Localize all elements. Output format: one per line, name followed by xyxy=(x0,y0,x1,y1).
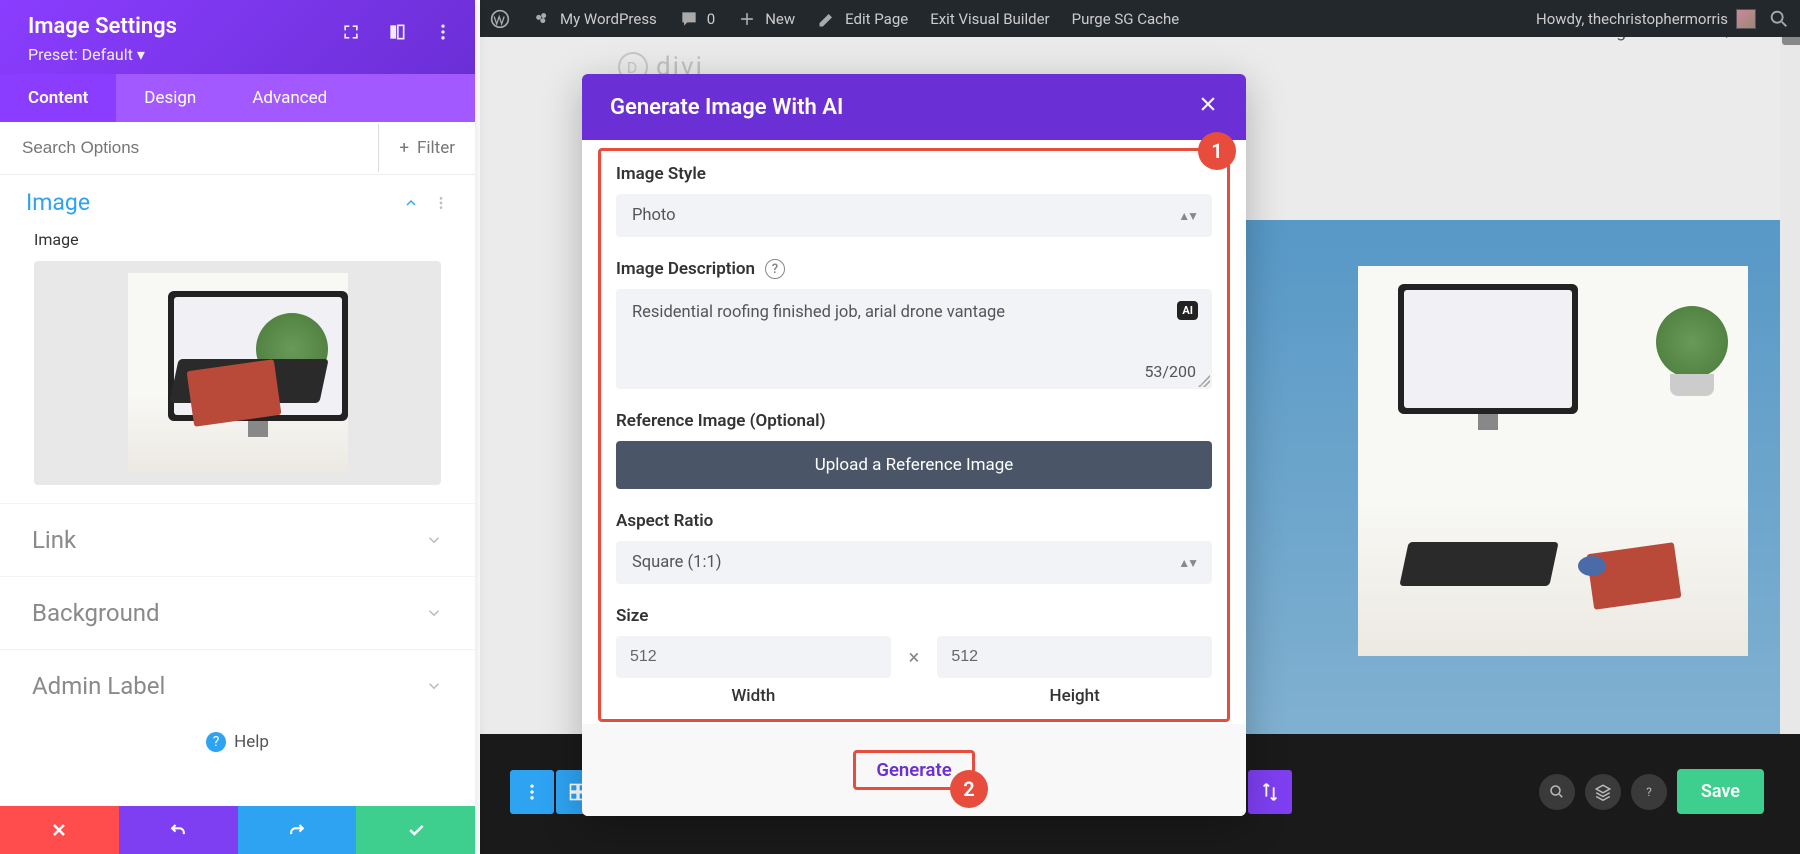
svg-text:?: ? xyxy=(1646,784,1652,798)
panel-header: Image Settings Preset: Default▾ xyxy=(0,0,475,74)
snap-icon[interactable] xyxy=(387,22,407,46)
resize-handle[interactable] xyxy=(1198,375,1210,387)
section-background[interactable]: Background xyxy=(0,576,475,649)
section-link[interactable]: Link xyxy=(0,503,475,576)
tab-content[interactable]: Content xyxy=(0,74,116,122)
aspect-ratio-label: Aspect Ratio xyxy=(616,511,1212,531)
char-count: 53/200 xyxy=(1144,362,1196,381)
howdy-user[interactable]: Howdy, thechristophermorris xyxy=(1536,9,1756,29)
width-input[interactable] xyxy=(616,636,891,678)
image-description-input[interactable] xyxy=(616,289,1212,385)
avatar xyxy=(1736,9,1756,29)
aspect-ratio-select[interactable]: Square (1:1)▲▼ xyxy=(616,541,1212,584)
height-sublabel: Height xyxy=(937,686,1212,706)
purge-cache-link[interactable]: Purge SG Cache xyxy=(1072,10,1180,28)
settings-tabs: Content Design Advanced xyxy=(0,74,475,122)
discard-button[interactable] xyxy=(0,806,119,854)
exit-visual-builder-link[interactable]: Exit Visual Builder xyxy=(930,10,1049,28)
image-settings-panel: Image Settings Preset: Default▾ Content … xyxy=(0,0,475,854)
builder-menu-button[interactable] xyxy=(510,770,554,814)
modal-header: Generate Image With AI xyxy=(582,74,1246,140)
chevron-down-icon: ▾ xyxy=(137,45,145,64)
admin-search-icon[interactable] xyxy=(1768,8,1790,30)
new-link[interactable]: New xyxy=(737,9,795,29)
tab-design[interactable]: Design xyxy=(116,74,224,122)
image-thumbnail[interactable] xyxy=(34,261,441,485)
vertical-scrollbar[interactable] xyxy=(1780,0,1800,854)
wp-logo-icon[interactable] xyxy=(490,9,510,29)
chevron-down-icon xyxy=(425,531,443,549)
wp-admin-bar: My WordPress 0 New Edit Page Exit Visual… xyxy=(480,0,1800,37)
builder-layers-button[interactable] xyxy=(1585,774,1621,810)
generate-image-ai-modal: Generate Image With AI Image Style Photo… xyxy=(582,74,1246,816)
help-icon: ? xyxy=(206,732,226,752)
tab-advanced[interactable]: Advanced xyxy=(224,74,355,122)
plus-icon: + xyxy=(399,138,409,158)
undo-button[interactable] xyxy=(119,806,238,854)
chevron-down-icon xyxy=(425,677,443,695)
select-chevron-icon: ▲▼ xyxy=(1178,556,1196,570)
select-chevron-icon: ▲▼ xyxy=(1178,209,1196,223)
section-admin-label[interactable]: Admin Label xyxy=(0,649,475,722)
image-style-label: Image Style xyxy=(616,164,1212,184)
filter-button[interactable]: +Filter xyxy=(378,124,475,172)
expand-icon[interactable] xyxy=(341,22,361,46)
image-style-select[interactable]: Photo▲▼ xyxy=(616,194,1212,237)
section-image-header[interactable]: Image xyxy=(0,175,475,230)
redo-button[interactable] xyxy=(238,806,357,854)
builder-help-button[interactable]: ? xyxy=(1631,774,1667,810)
width-sublabel: Width xyxy=(616,686,891,706)
search-options-input[interactable] xyxy=(0,122,378,174)
edit-page-link[interactable]: Edit Page xyxy=(817,9,908,29)
site-name-link[interactable]: My WordPress xyxy=(532,9,657,29)
builder-right-controls: ? Save xyxy=(1539,769,1764,814)
size-separator: × xyxy=(909,645,920,697)
chevron-down-icon xyxy=(425,604,443,622)
confirm-button[interactable] xyxy=(356,806,475,854)
close-button[interactable] xyxy=(1198,94,1218,120)
builder-swap-button[interactable] xyxy=(1248,770,1292,814)
modal-title: Generate Image With AI xyxy=(610,95,843,120)
comments-link[interactable]: 0 xyxy=(679,9,715,29)
image-description-label: Image Description? xyxy=(616,259,1212,279)
save-button[interactable]: Save xyxy=(1677,769,1764,814)
builder-search-button[interactable] xyxy=(1539,774,1575,810)
canvas-image[interactable] xyxy=(1358,266,1748,656)
callout-1: 1 xyxy=(1198,132,1236,170)
kebab-icon[interactable] xyxy=(433,22,453,46)
ai-badge[interactable]: AI xyxy=(1177,301,1198,320)
upload-reference-button[interactable]: Upload a Reference Image xyxy=(616,441,1212,489)
reference-image-label: Reference Image (Optional) xyxy=(616,411,1212,431)
image-field-label: Image xyxy=(34,230,441,249)
help-icon[interactable]: ? xyxy=(765,259,785,279)
height-input[interactable] xyxy=(937,636,1212,678)
panel-bottom-actions xyxy=(0,806,475,854)
help-link[interactable]: ?Help xyxy=(0,722,475,756)
kebab-icon[interactable] xyxy=(433,195,449,211)
size-label: Size xyxy=(616,606,1212,626)
preset-dropdown[interactable]: Preset: Default▾ xyxy=(28,45,447,64)
chevron-up-icon xyxy=(403,195,419,211)
callout-2: 2 xyxy=(950,770,988,808)
